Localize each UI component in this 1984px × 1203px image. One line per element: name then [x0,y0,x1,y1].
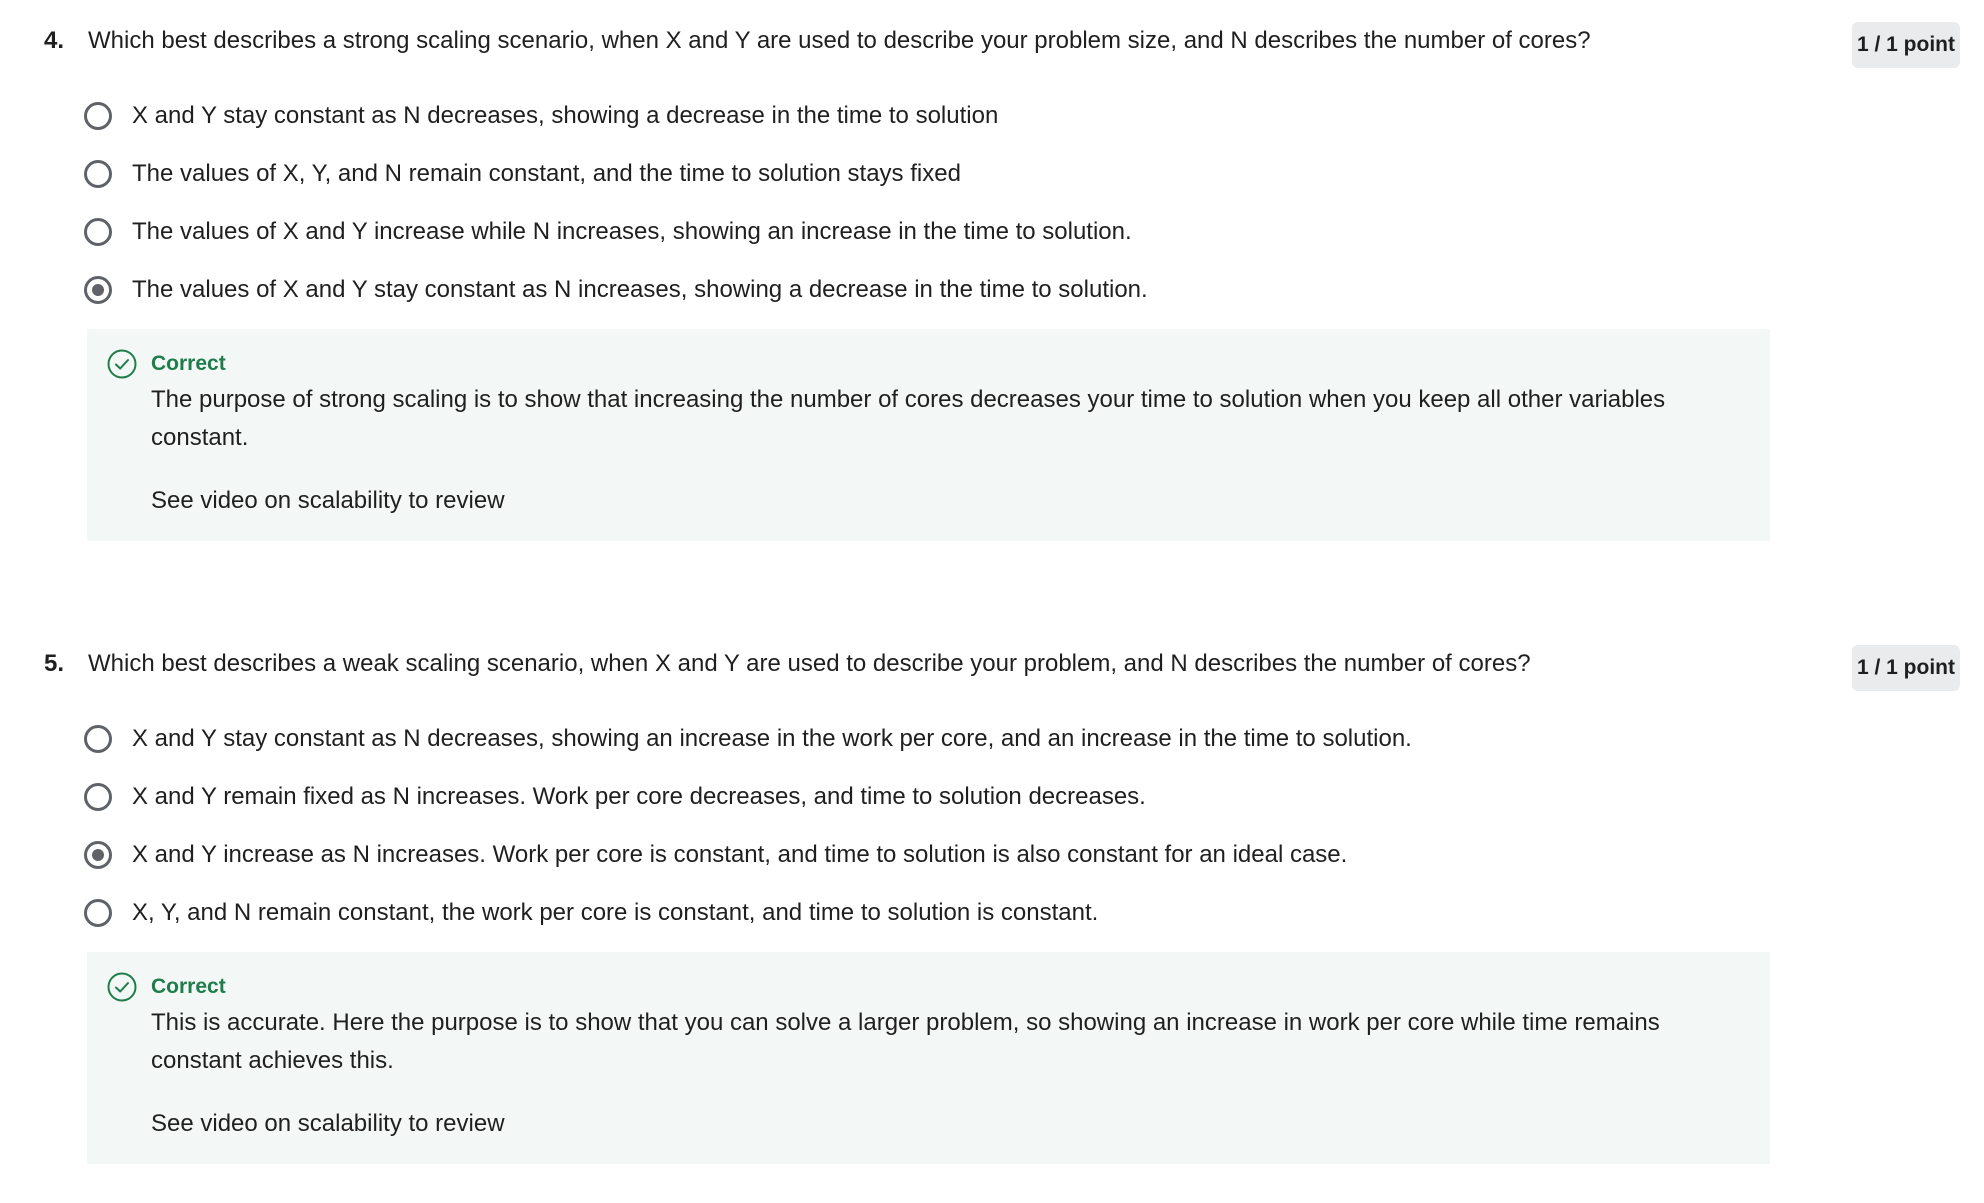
feedback-status: Correct [151,352,226,375]
question-text: Which best describes a weak scaling scen… [88,650,1531,677]
option-label: The values of X, Y, and N remain constan… [132,160,961,187]
option-label: The values of X and Y stay constant as N… [132,276,1148,303]
radio-button[interactable] [84,899,112,927]
answer-option[interactable]: The values of X, Y, and N remain constan… [84,154,961,194]
check-circle-icon [107,349,137,379]
answer-option[interactable]: X and Y remain fixed as N increases. Wor… [84,777,1146,817]
radio-button-selected[interactable] [84,841,112,869]
answer-option[interactable]: X, Y, and N remain constant, the work pe… [84,893,1098,933]
points-badge: 1 / 1 point [1852,22,1960,68]
feedback-panel: Correct This is accurate. Here the purpo… [87,952,1770,1164]
review-text: See video on scalability to review [151,1110,505,1137]
feedback-status: Correct [151,975,226,998]
option-label: X and Y increase as N increases. Work pe… [132,841,1348,868]
option-label: X, Y, and N remain constant, the work pe… [132,899,1099,926]
radio-button[interactable] [84,783,112,811]
answer-option-selected[interactable]: X and Y increase as N increases. Work pe… [84,835,1347,875]
points-badge: 1 / 1 point [1852,645,1960,691]
answer-option-selected[interactable]: The values of X and Y stay constant as N… [84,270,1148,310]
option-label: X and Y stay constant as N decreases, sh… [132,102,999,129]
review-text: See video on scalability to review [151,487,505,514]
answer-option[interactable]: X and Y stay constant as N decreases, sh… [84,719,1412,759]
question-text: Which best describes a strong scaling sc… [88,27,1591,54]
option-label: The values of X and Y increase while N i… [132,218,1132,245]
radio-button[interactable] [84,725,112,753]
radio-button[interactable] [84,218,112,246]
radio-button-selected[interactable] [84,276,112,304]
feedback-panel: Correct The purpose of strong scaling is… [87,329,1770,541]
question-number: 5. [44,650,65,677]
option-label: X and Y stay constant as N decreases, sh… [132,725,1412,752]
feedback-explanation: The purpose of strong scaling is to show… [151,386,1666,451]
check-circle-icon [107,972,137,1002]
radio-button[interactable] [84,160,112,188]
option-label: X and Y remain fixed as N increases. Wor… [132,783,1146,810]
answer-option[interactable]: The values of X and Y increase while N i… [84,212,1132,252]
feedback-explanation: This is accurate. Here the purpose is to… [151,1009,1660,1074]
question-number: 4. [44,27,65,54]
radio-button[interactable] [84,102,112,130]
answer-option[interactable]: X and Y stay constant as N decreases, sh… [84,96,998,136]
